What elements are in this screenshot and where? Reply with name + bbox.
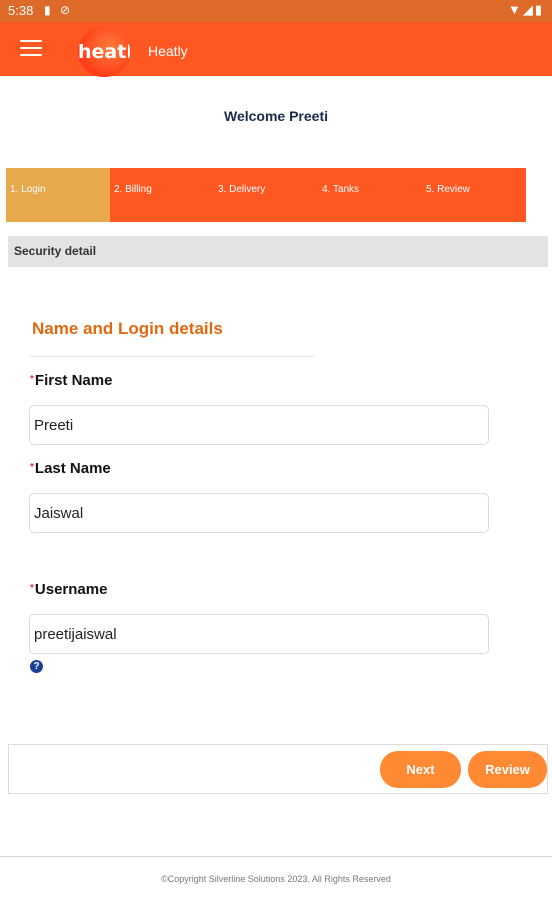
sd-card-icon: ▮ [44, 3, 51, 17]
next-button[interactable]: Next [380, 751, 461, 788]
step-tanks[interactable]: 4. Tanks [318, 168, 422, 222]
copyright-text: ©Copyright Silverline Solutions 2023. Al… [161, 874, 391, 884]
welcome-heading: Welcome Preeti [223, 108, 328, 124]
username-label: *Username [30, 581, 107, 598]
last-name-field[interactable] [29, 493, 489, 533]
step-billing[interactable]: 2. Billing [110, 168, 214, 222]
last-name-label-text: Last Name [34, 460, 111, 477]
first-name-label-text: First Name [34, 372, 113, 389]
signal-icon: ◢ [522, 2, 535, 17]
last-name-label: *Last Name [30, 460, 111, 477]
app-title: Heatly [148, 43, 188, 59]
help-icon[interactable]: ? [30, 660, 43, 673]
app-logo: heatl [78, 27, 130, 77]
required-marker: * [30, 583, 34, 594]
logo-text: heatl [78, 41, 130, 63]
first-name-field[interactable] [29, 405, 489, 445]
status-bar: 5:38 ▮ ⊘ ▼◢▮ [0, 0, 552, 22]
username-label-text: Username [34, 581, 108, 598]
form-section-title: Name and Login details [32, 319, 223, 338]
section-header: Security detail [8, 236, 548, 267]
status-right-icons: ▼◢▮ [508, 2, 544, 18]
step-login[interactable]: 1. Login [6, 168, 110, 222]
app-bar: heatl Heatly [0, 22, 552, 77]
required-marker: * [30, 462, 34, 473]
wifi-icon: ▼ [507, 2, 523, 17]
footer-divider [0, 856, 552, 857]
battery-icon: ▮ [534, 2, 544, 17]
button-panel [8, 744, 548, 794]
status-time: 5:38 [8, 3, 34, 18]
username-field[interactable] [29, 614, 489, 654]
divider [30, 356, 314, 357]
step-review[interactable]: 5. Review [422, 168, 526, 222]
review-button[interactable]: Review [468, 751, 547, 788]
required-marker: * [30, 374, 34, 385]
first-name-label: *First Name [30, 372, 112, 389]
step-delivery[interactable]: 3. Delivery [214, 168, 318, 222]
step-tabs: 1. Login 2. Billing 3. Delivery 4. Tanks… [6, 168, 526, 222]
do-not-disturb-icon: ⊘ [60, 3, 71, 17]
hamburger-menu-icon[interactable] [20, 40, 42, 56]
